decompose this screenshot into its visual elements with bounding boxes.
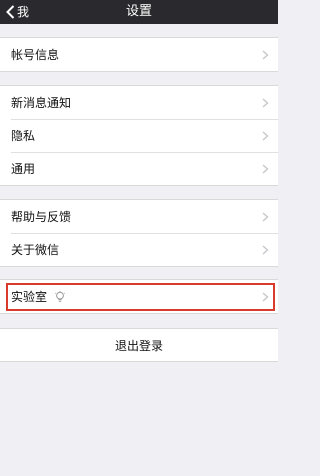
chevron-right-icon — [262, 49, 269, 60]
settings-item-help-feedback[interactable]: 帮助与反馈 — [0, 200, 278, 233]
page-title: 设置 — [125, 4, 152, 19]
settings-item-account-info[interactable]: 帐号信息 — [0, 38, 278, 71]
logout-label: 退出登录 — [114, 338, 163, 353]
chevron-right-icon — [262, 130, 269, 141]
chevron-right-icon — [262, 97, 269, 108]
settings-item-label: 新消息通知 — [11, 95, 72, 110]
settings-item-general[interactable]: 通用 — [0, 152, 278, 185]
notification-group: 新消息通知 隐私 通用 — [0, 85, 278, 186]
chevron-right-icon — [262, 211, 269, 222]
settings-item-label: 帮助与反馈 — [11, 209, 72, 224]
chevron-right-icon — [262, 163, 269, 174]
settings-item-label: 帐号信息 — [11, 47, 60, 62]
navigation-bar: 我 设置 — [0, 0, 278, 24]
lightbulb-icon — [55, 290, 65, 303]
settings-item-lab[interactable]: 实验室 — [0, 280, 278, 313]
settings-item-label: 隐私 — [11, 128, 36, 143]
settings-item-label: 通用 — [11, 161, 36, 176]
settings-item-label: 关于微信 — [11, 242, 60, 257]
settings-item-label: 实验室 — [11, 289, 48, 304]
lab-group: 实验室 — [0, 279, 278, 314]
chevron-right-icon — [262, 291, 269, 302]
help-group: 帮助与反馈 关于微信 — [0, 199, 278, 267]
chevron-right-icon — [262, 244, 269, 255]
settings-item-privacy[interactable]: 隐私 — [0, 119, 278, 152]
logout-button[interactable]: 退出登录 — [0, 328, 278, 362]
settings-item-about-wechat[interactable]: 关于微信 — [0, 233, 278, 266]
settings-item-new-message-notification[interactable]: 新消息通知 — [0, 86, 278, 119]
account-group: 帐号信息 — [0, 37, 278, 72]
